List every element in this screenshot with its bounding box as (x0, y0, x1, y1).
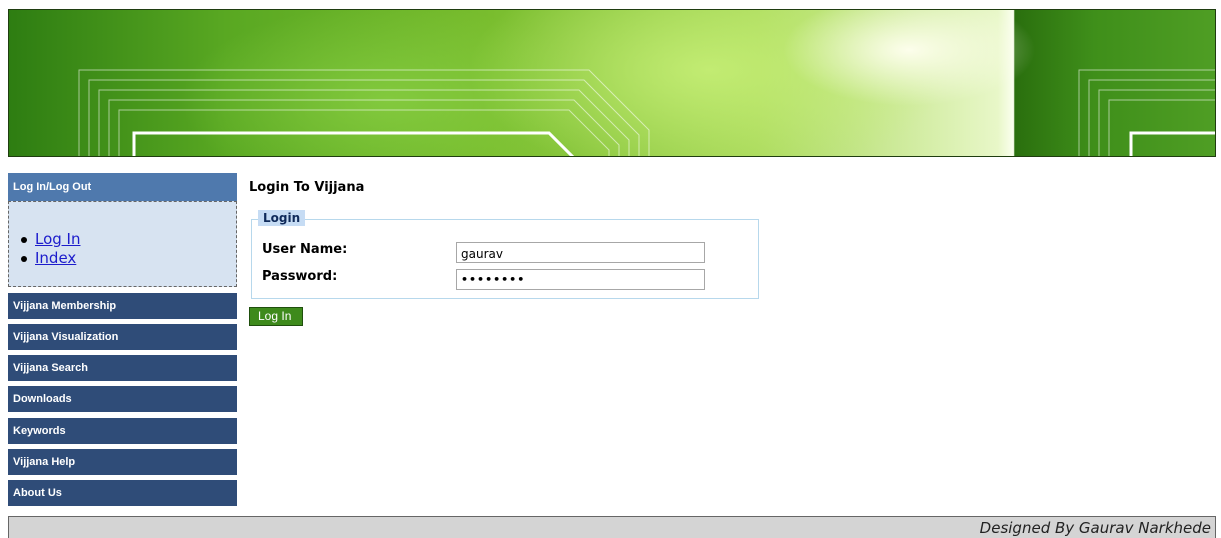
sidebar-header-login: Log In/Log Out (8, 173, 237, 201)
footer-credit: Designed By Gaurav Narkhede (979, 519, 1211, 537)
banner-graphic (78, 69, 1215, 156)
footer: Designed By Gaurav Narkhede (8, 516, 1216, 538)
sidebar-login-box: Log In Index (8, 201, 237, 287)
sidebar-item-help[interactable]: Vijjana Help (8, 449, 237, 475)
sidebar-item-downloads[interactable]: Downloads (8, 386, 237, 412)
bullet-icon (21, 256, 27, 262)
sidebar-link-item: Index (21, 249, 81, 268)
username-label: User Name: (262, 242, 348, 257)
password-label: Password: (262, 269, 338, 284)
index-link[interactable]: Index (35, 249, 76, 267)
login-legend: Login (258, 210, 306, 226)
sidebar-link-list: Log In Index (21, 230, 81, 268)
bullet-icon (21, 237, 27, 243)
sidebar-item-visualization[interactable]: Vijjana Visualization (8, 324, 237, 350)
sidebar-link-item: Log In (21, 230, 81, 249)
page-title: Login To Vijjana (249, 180, 365, 195)
login-link[interactable]: Log In (35, 230, 81, 248)
header-banner (8, 9, 1216, 157)
sidebar-item-search[interactable]: Vijjana Search (8, 355, 237, 381)
sidebar-item-keywords[interactable]: Keywords (8, 418, 237, 444)
sidebar-item-about-us[interactable]: About Us (8, 480, 237, 506)
password-input[interactable]: •••••••• (456, 269, 705, 290)
login-button[interactable]: Log In (249, 307, 303, 326)
username-input[interactable]: gaurav (456, 242, 705, 263)
sidebar-item-membership[interactable]: Vijjana Membership (8, 293, 237, 319)
